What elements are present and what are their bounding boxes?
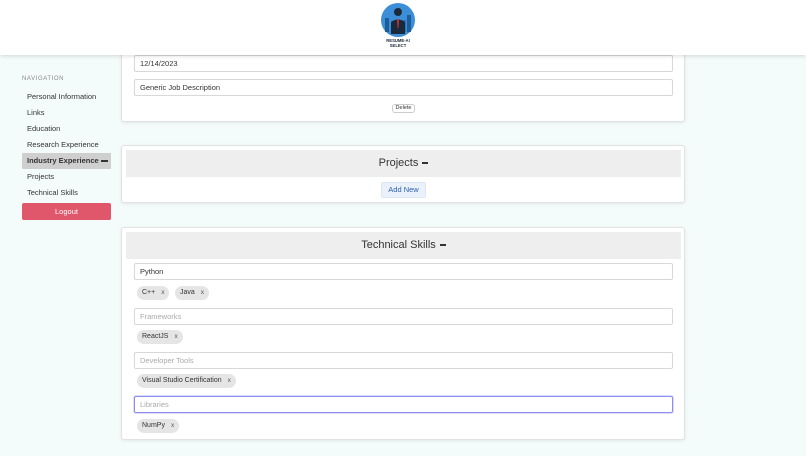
sidebar-item-label: Research Experience <box>27 140 99 149</box>
add-new-project-button[interactable]: Add New <box>381 182 426 198</box>
sidebar-item-label: Personal Information <box>27 92 97 101</box>
libraries-input[interactable] <box>134 396 673 413</box>
remove-tag-icon[interactable]: x <box>161 289 164 296</box>
sidebar-item-label: Industry Experience <box>27 156 99 165</box>
tag-label: Java <box>180 289 195 296</box>
skill-tag: ReactJS x <box>137 330 183 344</box>
developer-tools-input[interactable] <box>134 352 673 369</box>
sidebar-item-personal-information[interactable]: Personal Information <box>22 89 111 105</box>
sidebar-item-education[interactable]: Education <box>22 121 111 137</box>
remove-tag-icon[interactable]: x <box>174 333 177 340</box>
delete-button[interactable]: Delete <box>392 104 415 113</box>
skill-tag: Java x <box>175 286 210 300</box>
projects-card: Projects Add New <box>121 145 685 203</box>
sidebar-item-projects[interactable]: Projects <box>22 169 111 185</box>
section-title: Technical Skills <box>361 239 436 251</box>
collapse-dash-icon[interactable] <box>439 244 446 246</box>
job-date-input[interactable] <box>134 55 673 72</box>
sidebar-item-label: Links <box>27 108 45 117</box>
sidebar-item-label: Education <box>27 124 61 133</box>
tag-label: C++ <box>142 289 156 296</box>
logout-button[interactable]: Logout <box>22 203 111 220</box>
sidebar-item-label: Technical Skills <box>27 188 78 197</box>
collapse-dash-icon <box>100 160 108 163</box>
sidebar-item-links[interactable]: Links <box>22 105 111 121</box>
logo-icon[interactable]: RESUME-AI SELECT <box>376 2 420 50</box>
remove-tag-icon[interactable]: x <box>201 289 204 296</box>
projects-section-header[interactable]: Projects <box>126 150 681 177</box>
sidebar-item-technical-skills[interactable]: Technical Skills <box>22 185 111 201</box>
remove-tag-icon[interactable]: x <box>228 377 231 384</box>
tag-label: Visual Studio Certification <box>142 377 222 384</box>
job-description-input[interactable] <box>134 79 673 96</box>
skill-tag: NumPy x <box>137 419 180 433</box>
top-bar: RESUME-AI SELECT <box>0 0 806 55</box>
sidebar-item-label: Projects <box>27 172 55 181</box>
svg-text:SELECT: SELECT <box>390 43 407 48</box>
frameworks-input[interactable] <box>134 308 673 325</box>
sidebar: NAVIGATION Personal Information Links Ed… <box>22 76 111 220</box>
skill-tag: Visual Studio Certification x <box>137 374 236 388</box>
remove-tag-icon[interactable]: x <box>171 422 174 429</box>
nav-heading: NAVIGATION <box>22 76 65 82</box>
collapse-dash-icon[interactable] <box>422 162 429 164</box>
technical-skills-card: Technical Skills C++x Javax ReactJSx Vis… <box>121 227 685 440</box>
sidebar-item-industry-experience[interactable]: Industry Experience <box>22 153 111 169</box>
technical-skills-section-header[interactable]: Technical Skills <box>126 232 681 259</box>
languages-input[interactable] <box>134 263 673 280</box>
sidebar-item-research-experience[interactable]: Research Experience <box>22 137 111 153</box>
section-title: Projects <box>378 157 419 169</box>
tag-label: NumPy <box>142 422 165 429</box>
tag-label: ReactJS <box>142 333 169 340</box>
skill-tag: C++ x <box>137 286 170 300</box>
